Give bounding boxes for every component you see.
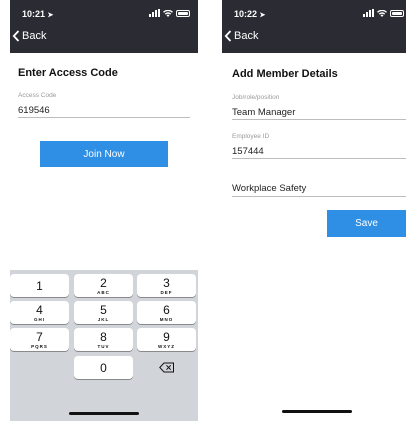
status-time: 10:21 ➤ xyxy=(22,9,54,19)
workplace-input[interactable]: Workplace Safety xyxy=(232,183,306,194)
key-6[interactable]: 6 MNO xyxy=(137,301,196,324)
back-label: Back xyxy=(22,30,47,42)
employee-id-input[interactable]: 157444 xyxy=(232,146,264,157)
signal-icon xyxy=(363,9,374,17)
wifi-icon xyxy=(377,9,387,17)
access-code-label: Access Code xyxy=(18,92,57,99)
page-title: Enter Access Code xyxy=(18,67,118,79)
key-3[interactable]: 3 DEF xyxy=(137,274,196,297)
key-7[interactable]: 7 PQRS xyxy=(10,328,69,351)
back-label: Back xyxy=(234,30,259,42)
signal-icon xyxy=(149,9,160,17)
back-button[interactable]: Back xyxy=(12,30,46,42)
key-5[interactable]: 5 JKL xyxy=(74,301,133,324)
phone-screen-member-details: 10:22 ➤ Back Add Member Details Job/role… xyxy=(222,0,406,421)
location-arrow-icon: ➤ xyxy=(47,12,54,19)
home-indicator xyxy=(282,410,352,413)
page-title: Add Member Details xyxy=(232,68,338,80)
numeric-keypad: 1 2 ABC 3 DEF 4 GHI 5 JKL 6 MNO 7 PQRS 8 TUV 9W… xyxy=(10,270,198,421)
home-indicator xyxy=(69,412,139,415)
back-button[interactable]: Back xyxy=(224,30,258,42)
employee-id-label: Employee ID xyxy=(232,133,270,140)
chevron-left-icon xyxy=(224,30,232,42)
status-bar: 10:21 ➤ xyxy=(10,7,198,21)
backspace-icon xyxy=(158,362,174,373)
member-details-card: Add Member Details Job/role/position Tea… xyxy=(222,53,406,421)
employee-id-underline xyxy=(232,158,406,159)
job-role-underline xyxy=(232,119,406,120)
battery-icon xyxy=(390,9,404,17)
access-code-input[interactable]: 619546 xyxy=(18,105,50,116)
status-bar: 10:22 ➤ xyxy=(222,7,406,21)
wifi-icon xyxy=(163,9,173,17)
key-8[interactable]: 8 TUV xyxy=(74,328,133,351)
key-1[interactable]: 1 xyxy=(10,274,69,297)
job-role-input[interactable]: Team Manager xyxy=(232,107,295,118)
status-time: 10:22 ➤ xyxy=(234,9,266,19)
location-arrow-icon: ➤ xyxy=(259,12,266,19)
key-9[interactable]: 9 WXYZ xyxy=(137,328,196,351)
access-code-underline xyxy=(18,117,190,118)
join-now-button[interactable]: Join Now xyxy=(40,141,168,167)
job-role-label: Job/role/position xyxy=(232,94,280,101)
backspace-key[interactable] xyxy=(137,356,196,379)
key-4[interactable]: 4 GHI xyxy=(10,301,69,324)
chevron-left-icon xyxy=(12,30,20,42)
phone-screen-access-code: 10:21 ➤ Back Enter Access Code Access Co… xyxy=(10,0,198,421)
battery-icon xyxy=(176,9,190,17)
key-2[interactable]: 2 ABC xyxy=(74,274,133,297)
workplace-underline xyxy=(232,196,406,197)
save-button[interactable]: Save xyxy=(327,210,406,237)
key-0[interactable]: 0 xyxy=(74,356,133,379)
